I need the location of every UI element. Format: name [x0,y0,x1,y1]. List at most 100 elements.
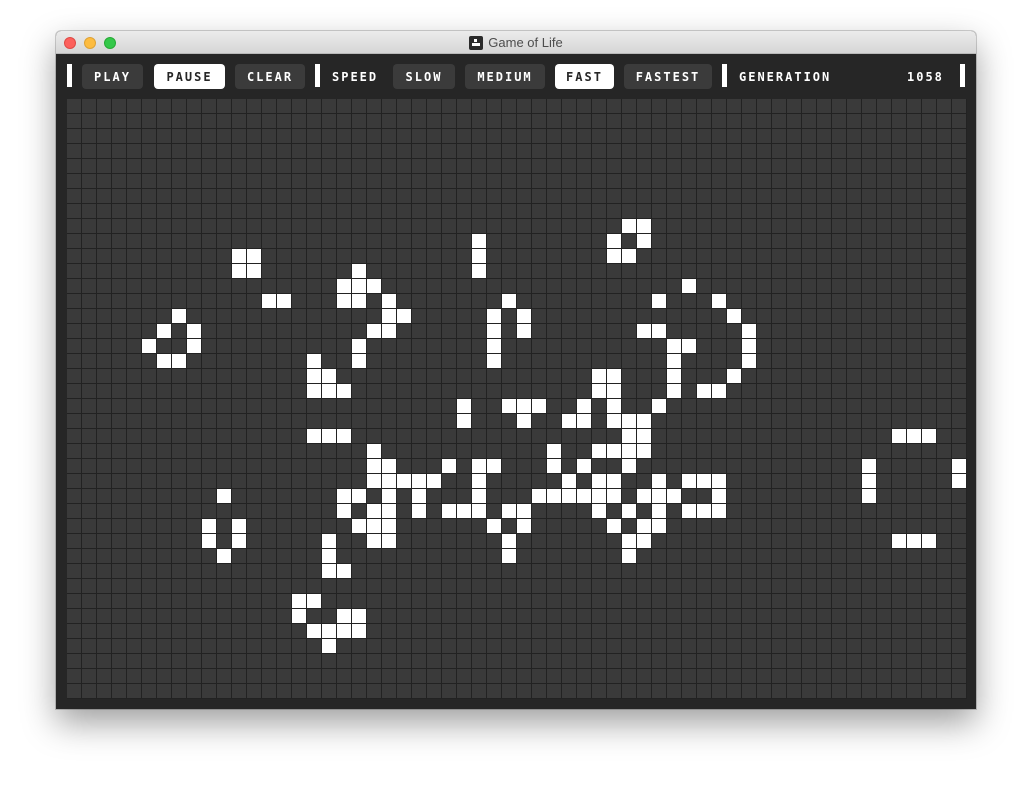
dead-cell[interactable] [832,234,847,249]
dead-cell[interactable] [622,624,637,639]
dead-cell[interactable] [547,384,562,399]
dead-cell[interactable] [697,99,712,114]
dead-cell[interactable] [547,549,562,564]
dead-cell[interactable] [382,429,397,444]
dead-cell[interactable] [952,609,967,624]
dead-cell[interactable] [202,504,217,519]
live-cell[interactable] [337,429,352,444]
dead-cell[interactable] [472,279,487,294]
dead-cell[interactable] [82,444,97,459]
dead-cell[interactable] [862,294,877,309]
dead-cell[interactable] [817,114,832,129]
dead-cell[interactable] [97,144,112,159]
dead-cell[interactable] [337,339,352,354]
dead-cell[interactable] [877,564,892,579]
live-cell[interactable] [637,519,652,534]
dead-cell[interactable] [217,639,232,654]
dead-cell[interactable] [127,654,142,669]
dead-cell[interactable] [82,549,97,564]
dead-cell[interactable] [892,459,907,474]
dead-cell[interactable] [142,174,157,189]
dead-cell[interactable] [637,249,652,264]
dead-cell[interactable] [817,444,832,459]
dead-cell[interactable] [427,489,442,504]
live-cell[interactable] [607,444,622,459]
dead-cell[interactable] [67,654,82,669]
dead-cell[interactable] [517,219,532,234]
dead-cell[interactable] [127,549,142,564]
dead-cell[interactable] [382,354,397,369]
dead-cell[interactable] [352,219,367,234]
dead-cell[interactable] [787,579,802,594]
dead-cell[interactable] [757,609,772,624]
dead-cell[interactable] [172,669,187,684]
dead-cell[interactable] [457,294,472,309]
dead-cell[interactable] [787,429,802,444]
dead-cell[interactable] [637,264,652,279]
dead-cell[interactable] [802,489,817,504]
dead-cell[interactable] [322,579,337,594]
dead-cell[interactable] [292,189,307,204]
dead-cell[interactable] [772,324,787,339]
dead-cell[interactable] [232,99,247,114]
dead-cell[interactable] [817,669,832,684]
dead-cell[interactable] [562,369,577,384]
dead-cell[interactable] [877,624,892,639]
live-cell[interactable] [622,249,637,264]
dead-cell[interactable] [847,519,862,534]
dead-cell[interactable] [97,609,112,624]
dead-cell[interactable] [247,684,262,699]
live-cell[interactable] [682,279,697,294]
dead-cell[interactable] [97,369,112,384]
dead-cell[interactable] [547,309,562,324]
dead-cell[interactable] [442,219,457,234]
dead-cell[interactable] [817,279,832,294]
dead-cell[interactable] [367,384,382,399]
live-cell[interactable] [487,309,502,324]
dead-cell[interactable] [337,474,352,489]
dead-cell[interactable] [667,174,682,189]
live-cell[interactable] [862,489,877,504]
dead-cell[interactable] [577,129,592,144]
dead-cell[interactable] [142,609,157,624]
dead-cell[interactable] [937,414,952,429]
dead-cell[interactable] [322,339,337,354]
dead-cell[interactable] [367,594,382,609]
dead-cell[interactable] [697,519,712,534]
dead-cell[interactable] [532,144,547,159]
dead-cell[interactable] [127,309,142,324]
dead-cell[interactable] [877,204,892,219]
dead-cell[interactable] [862,654,877,669]
dead-cell[interactable] [112,444,127,459]
dead-cell[interactable] [262,204,277,219]
dead-cell[interactable] [757,264,772,279]
dead-cell[interactable] [202,669,217,684]
dead-cell[interactable] [742,369,757,384]
dead-cell[interactable] [892,219,907,234]
dead-cell[interactable] [397,114,412,129]
dead-cell[interactable] [397,414,412,429]
dead-cell[interactable] [247,669,262,684]
live-cell[interactable] [697,474,712,489]
dead-cell[interactable] [307,459,322,474]
dead-cell[interactable] [697,354,712,369]
dead-cell[interactable] [112,129,127,144]
dead-cell[interactable] [817,189,832,204]
dead-cell[interactable] [862,444,877,459]
dead-cell[interactable] [487,264,502,279]
dead-cell[interactable] [937,549,952,564]
dead-cell[interactable] [682,459,697,474]
dead-cell[interactable] [592,174,607,189]
dead-cell[interactable] [247,339,262,354]
dead-cell[interactable] [712,594,727,609]
dead-cell[interactable] [307,189,322,204]
dead-cell[interactable] [112,219,127,234]
dead-cell[interactable] [652,189,667,204]
dead-cell[interactable] [877,129,892,144]
dead-cell[interactable] [217,129,232,144]
dead-cell[interactable] [892,279,907,294]
dead-cell[interactable] [907,444,922,459]
dead-cell[interactable] [442,624,457,639]
dead-cell[interactable] [862,174,877,189]
live-cell[interactable] [607,399,622,414]
